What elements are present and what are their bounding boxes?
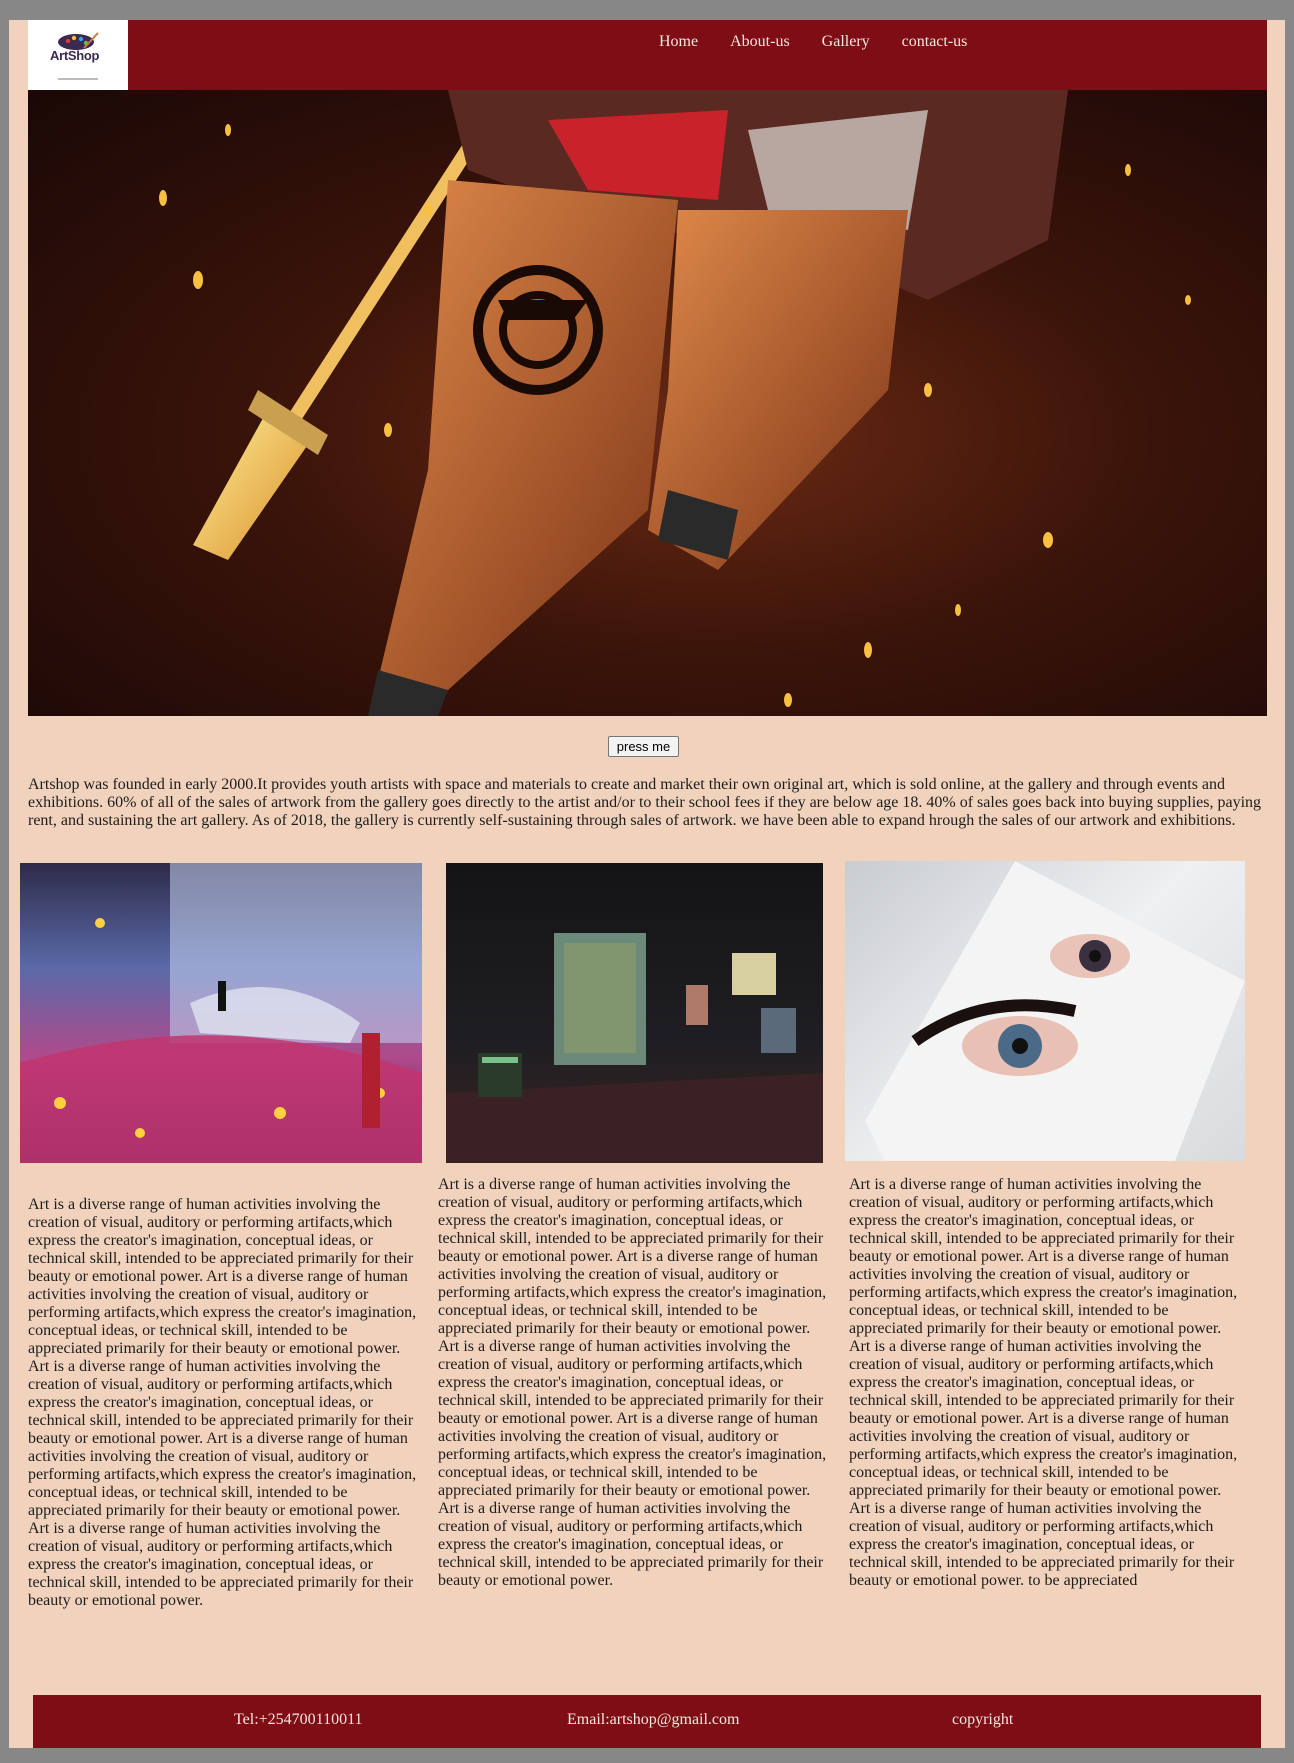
page: ArtShop Home About-us Gallery contact-us <box>9 20 1285 1748</box>
nav-contact-us[interactable]: contact-us <box>902 33 968 51</box>
gallery-text-2: Art is a diverse range of human activiti… <box>438 1176 827 1589</box>
immersive-light-exhibit-image <box>20 863 422 1163</box>
footer-copyright: copyright <box>952 1711 1014 1728</box>
logo[interactable]: ArtShop <box>28 20 128 90</box>
logo-tagline <box>58 78 98 80</box>
eyes-painting-image <box>845 861 1245 1161</box>
hero-image <box>28 90 1267 716</box>
site-header: ArtShop Home About-us Gallery contact-us <box>28 20 1267 90</box>
intro-text: Artshop was founded in early 2000.It pro… <box>28 776 1262 829</box>
site-footer: Tel:+254700110011 Email:artshop@gmail.co… <box>33 1695 1261 1748</box>
press-me-button[interactable]: press me <box>608 736 679 757</box>
gallery-room-image <box>446 863 823 1163</box>
nav-about-us[interactable]: About-us <box>730 33 790 51</box>
footer-tel: Tel:+254700110011 <box>234 1711 363 1728</box>
main-nav: Home About-us Gallery contact-us <box>659 33 999 51</box>
logo-text: ArtShop <box>50 48 100 63</box>
nav-home[interactable]: Home <box>659 33 698 51</box>
hero-artwork-icon <box>159 90 1191 716</box>
gallery-text-3: Art is a diverse range of human activiti… <box>849 1176 1238 1589</box>
footer-email: Email:artshop@gmail.com <box>567 1711 740 1728</box>
nav-gallery[interactable]: Gallery <box>822 33 870 51</box>
gallery-text-1: Art is a diverse range of human activiti… <box>28 1196 417 1609</box>
